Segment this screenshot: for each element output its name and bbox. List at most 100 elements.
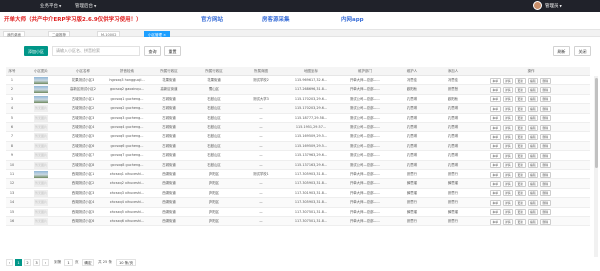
table-row[interactable]: 暂无图片 9 古城测试小区7 gccsxq7 gucheng... 古城街道 石鼓山区 — 1… xyxy=(6,151,590,161)
row-action-button[interactable]: 详情 xyxy=(502,171,513,178)
avatar[interactable] xyxy=(533,1,542,10)
community-thumbnail[interactable] xyxy=(34,86,48,94)
community-thumbnail[interactable] xyxy=(34,171,48,178)
table-row[interactable]: 1 花果测试小区3 hgcsxq3 hongguoji... 花果街道 花果街道 测试学校… xyxy=(6,76,590,86)
row-action-button[interactable]: 编辑 xyxy=(527,218,538,225)
row-action-button[interactable]: 更新 xyxy=(515,162,526,169)
row-action-button[interactable]: 编辑 xyxy=(527,209,538,216)
table-row[interactable]: 暂无图片 6 古城测试小区4 gccsxq4 gucheng... 古城街道 石鼓山区 — 1… xyxy=(6,123,590,133)
community-thumbnail[interactable] xyxy=(34,77,48,84)
add-community-button[interactable]: 添加小区 xyxy=(24,46,48,56)
row-action-button[interactable]: 详情 xyxy=(502,96,513,103)
table-row[interactable]: 3 古城测试小区1 gccsxq1 gucheng... 古城街道 石鼓山区 测试大学3 1… xyxy=(6,95,590,105)
table-row[interactable]: 暂无图片 12 西湖测试小区2 xhcsxq2 xihuceshi... 西湖街道 庐阳区… xyxy=(6,179,590,189)
row-action-button[interactable]: 详情 xyxy=(502,199,513,206)
column-header[interactable]: 拼音检索 xyxy=(107,67,147,76)
row-action-button[interactable]: 编辑 xyxy=(527,152,538,159)
row-action-button[interactable]: 更新 xyxy=(515,190,526,197)
row-action-button[interactable]: 本单 xyxy=(490,133,501,140)
link-official-site[interactable]: 官方网站 xyxy=(201,15,223,23)
row-action-button[interactable]: 编辑 xyxy=(527,180,538,187)
row-action-button[interactable]: 本单 xyxy=(490,115,501,122)
row-action-button[interactable]: 编辑 xyxy=(527,162,538,169)
table-row[interactable]: 2 高新区测试小区2 gxcsxq2 gaoxinqu... 高新区街道 蜀山区 117.… xyxy=(6,85,590,95)
row-action-button[interactable]: 更新 xyxy=(515,105,526,112)
community-thumbnail[interactable] xyxy=(34,95,48,103)
row-action-button[interactable]: 更新 xyxy=(515,124,526,131)
table-row[interactable]: 暂无图片 15 西湖测试小区5 xhcsxq5 xihuceshi... 西湖街道 庐阳区… xyxy=(6,208,590,217)
row-action-button[interactable]: 详情 xyxy=(502,190,513,197)
table-row[interactable]: 暂无图片 14 西湖测试小区4 xhcsxq4 xihuceshi... 西湖街道 庐阳区… xyxy=(6,198,590,208)
link-listing-collection[interactable]: 房客源采集 xyxy=(262,15,290,23)
reset-button[interactable]: 重置 xyxy=(164,46,181,56)
user-menu[interactable]: 管理员▼ xyxy=(545,3,562,9)
row-action-button[interactable]: 本单 xyxy=(490,171,501,178)
row-action-button[interactable]: 删除 xyxy=(540,199,551,206)
table-row[interactable]: 暂无图片 10 古城测试小区8 gccsxq8 gucheng... 古城街道 石鼓山区 —… xyxy=(6,160,590,170)
link-intranet-app[interactable]: 内网app xyxy=(341,15,364,23)
table-row[interactable]: 暂无图片 5 古城测试小区3 gccsxq3 gucheng... 古城街道 石鼓山区 — 1… xyxy=(6,114,590,123)
row-action-button[interactable]: 编辑 xyxy=(527,171,538,178)
row-action-button[interactable]: 详情 xyxy=(502,218,513,225)
table-row[interactable]: 暂无图片 7 古城测试小区5 gccsxq5 gucheng... 古城街道 石鼓山区 — 1… xyxy=(6,132,590,142)
row-action-button[interactable]: 编辑 xyxy=(527,77,538,84)
row-action-button[interactable]: 编辑 xyxy=(527,96,538,103)
table-row[interactable]: 暂无图片 16 西湖测试小区6 xhcsxq6 xihuceshi... 西湖街道 庐阳区… xyxy=(6,217,590,227)
scrollbar-thumb[interactable] xyxy=(594,78,598,168)
row-action-button[interactable]: 编辑 xyxy=(527,124,538,131)
row-action-button[interactable]: 本单 xyxy=(490,96,501,103)
row-action-button[interactable]: 删除 xyxy=(540,180,551,187)
row-action-button[interactable]: 更新 xyxy=(515,77,526,84)
row-action-button[interactable]: 编辑 xyxy=(527,133,538,140)
row-action-button[interactable]: 编辑 xyxy=(527,105,538,112)
column-header[interactable]: 维护人 xyxy=(394,67,430,76)
row-action-button[interactable]: 更新 xyxy=(515,115,526,122)
refresh-button[interactable]: 刷新 xyxy=(553,46,570,56)
row-action-button[interactable]: 删除 xyxy=(540,218,551,225)
row-action-button[interactable]: 更新 xyxy=(515,86,526,93)
close-button[interactable]: 关闭 xyxy=(574,46,591,56)
row-action-button[interactable]: 更新 xyxy=(515,199,526,206)
table-row[interactable]: 暂无图片 4 古城测试小区2 gccsxq2 gucheng... 古城街道 石鼓山区 — 1… xyxy=(6,104,590,114)
menu-admin-backend[interactable]: 管理后台▼ xyxy=(75,3,96,9)
row-action-button[interactable]: 更新 xyxy=(515,218,526,225)
row-action-button[interactable]: 更新 xyxy=(515,152,526,159)
row-action-button[interactable]: 编辑 xyxy=(527,190,538,197)
row-action-button[interactable]: 更新 xyxy=(515,171,526,178)
row-action-button[interactable]: 删除 xyxy=(540,124,551,131)
menu-business-platform[interactable]: 业务平台▼ xyxy=(40,3,61,9)
column-header[interactable]: 所属行政区 xyxy=(192,67,236,76)
tab-m10002[interactable]: M-10002 xyxy=(97,31,121,37)
tab-level2[interactable]: 二级推荐 xyxy=(48,31,70,37)
column-header[interactable]: 序号 xyxy=(6,67,18,76)
row-action-button[interactable]: 编辑 xyxy=(527,86,538,93)
column-header[interactable]: 添加人 xyxy=(432,67,474,76)
row-action-button[interactable]: 详情 xyxy=(502,133,513,140)
row-action-button[interactable]: 删除 xyxy=(540,77,551,84)
close-icon[interactable]: × xyxy=(163,33,166,37)
page-3-button[interactable]: 3 xyxy=(33,259,40,266)
column-header[interactable]: 所属商圈 xyxy=(238,67,284,76)
row-action-button[interactable]: 详情 xyxy=(502,124,513,131)
row-action-button[interactable]: 详情 xyxy=(502,77,513,84)
row-action-button[interactable]: 更新 xyxy=(515,209,526,216)
row-action-button[interactable]: 本单 xyxy=(490,218,501,225)
goto-page-input[interactable]: 1 xyxy=(64,259,73,266)
row-action-button[interactable]: 本单 xyxy=(490,86,501,93)
row-action-button[interactable]: 详情 xyxy=(502,143,513,150)
table-row[interactable]: 暂无图片 8 古城测试小区6 gccsxq6 gucheng... 古城街道 石鼓山区 — 1… xyxy=(6,141,590,152)
column-header[interactable]: 维护部门 xyxy=(338,67,392,76)
row-action-button[interactable]: 本单 xyxy=(490,124,501,131)
prev-page-button[interactable]: ‹ xyxy=(6,259,13,266)
column-header[interactable]: 地图坐标 xyxy=(286,67,336,76)
row-action-button[interactable]: 删除 xyxy=(540,190,551,197)
row-action-button[interactable]: 本单 xyxy=(490,209,501,216)
row-action-button[interactable]: 本单 xyxy=(490,152,501,159)
goto-confirm-button[interactable]: 确定 xyxy=(82,259,94,266)
search-button[interactable]: 查询 xyxy=(144,46,161,56)
column-header[interactable]: 操作 xyxy=(476,67,586,76)
search-input[interactable]: 请输入小区名、拼音检索 xyxy=(52,46,140,56)
row-action-button[interactable]: 详情 xyxy=(502,115,513,122)
row-action-button[interactable]: 详情 xyxy=(502,180,513,187)
row-action-button[interactable]: 详情 xyxy=(502,209,513,216)
